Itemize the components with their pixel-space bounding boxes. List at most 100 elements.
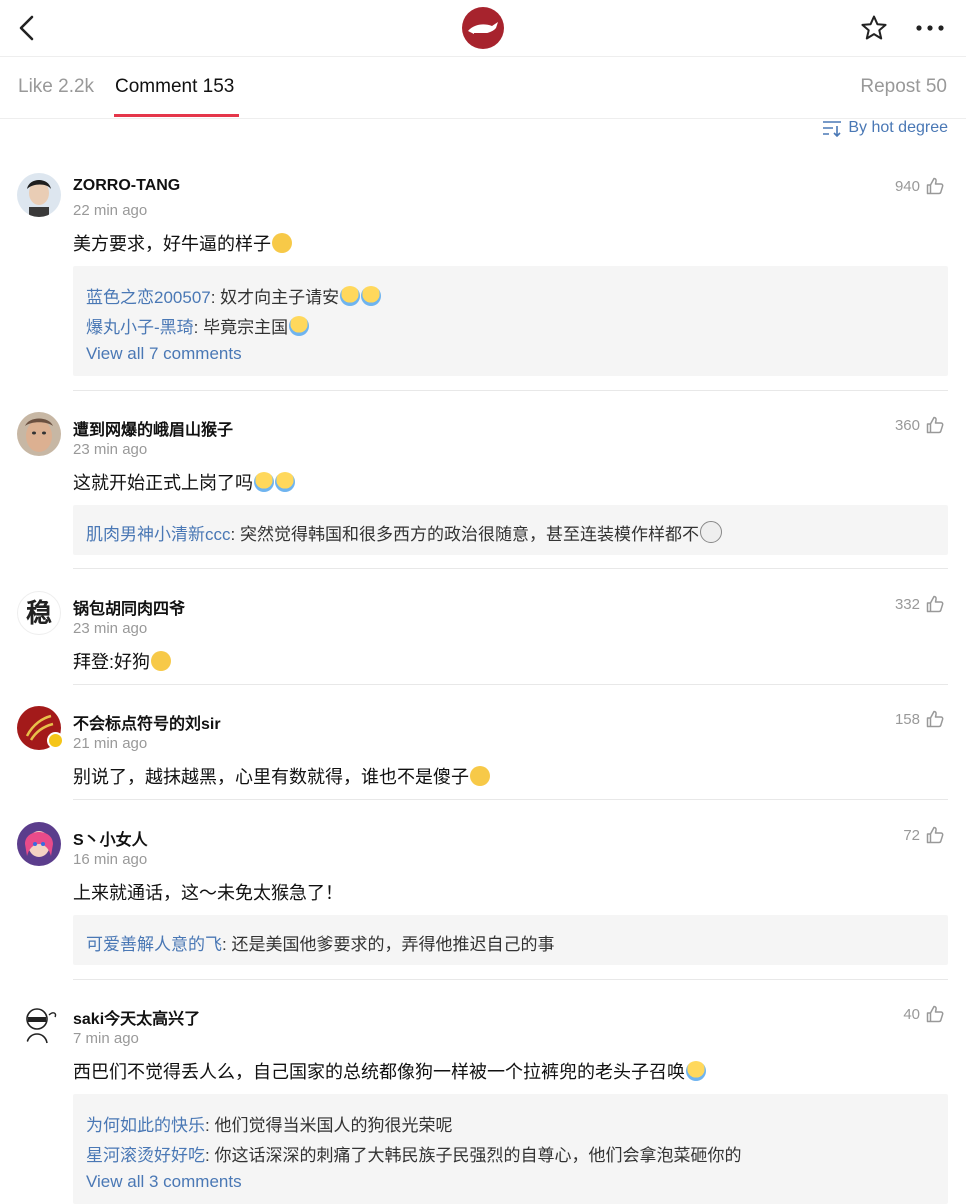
like-button[interactable]: 332 xyxy=(895,595,944,613)
reply-username[interactable]: 蓝色之恋200507 xyxy=(86,288,211,307)
reply-text: : 突然觉得韩国和很多西方的政治很随意，甚至连装模作样都不 xyxy=(230,525,699,544)
reply-text: : 奴才向主子请安 xyxy=(210,288,340,307)
more-icon xyxy=(916,25,944,31)
reply-box: 为何如此的快乐: 他们觉得当米国人的狗很光荣呢 星河滚烫好好吃: 你这话深深的刺… xyxy=(73,1094,948,1204)
comment-text: 西巴们不觉得丢人么，自己国家的总统都像狗一样被一个拉裤兜的老头子召唤 xyxy=(73,1058,706,1084)
like-count: 332 xyxy=(894,595,920,613)
like-count: 940 xyxy=(894,177,920,195)
like-button[interactable]: 158 xyxy=(895,710,944,728)
star-icon xyxy=(861,15,887,40)
reply-text: : 毕竟宗主国 xyxy=(193,318,289,337)
crying-emoji-icon xyxy=(275,472,295,492)
reply-text: : 你这话深深的刺痛了大韩民族子民强烈的自尊心，他们会拿泡菜砸你的 xyxy=(205,1146,742,1165)
reply-item: 肌肉男神小清新ccc: 突然觉得韩国和很多西方的政治很随意，甚至连装模作样都不 xyxy=(86,520,722,545)
avatar[interactable] xyxy=(17,1001,61,1045)
comment-text: 美方要求，好牛逼的样子 xyxy=(73,230,292,256)
like-button[interactable]: 40 xyxy=(903,1005,944,1023)
more-button[interactable] xyxy=(914,20,946,36)
reply-username[interactable]: 肌肉男神小清新ccc xyxy=(86,525,231,544)
back-button[interactable] xyxy=(14,14,40,42)
sort-icon xyxy=(823,121,842,137)
like-count: 360 xyxy=(894,416,920,434)
timestamp: 7 min ago xyxy=(73,1030,139,1047)
app-logo xyxy=(462,7,504,49)
laugh-cry-emoji-icon xyxy=(686,1061,706,1081)
top-bar xyxy=(0,0,966,57)
divider xyxy=(73,390,948,391)
thumb-up-icon xyxy=(926,1005,944,1023)
avatar-text: 稳 xyxy=(25,598,52,628)
comment-text: 这就开始正式上岗了吗 xyxy=(73,469,295,495)
username[interactable]: ZORRO-TANG xyxy=(73,177,180,195)
reply-username[interactable]: 为何如此的快乐 xyxy=(86,1116,205,1135)
reply-item: 蓝色之恋200507: 奴才向主子请安 xyxy=(86,283,382,308)
thumb-up-icon xyxy=(926,710,944,728)
thumb-up-icon xyxy=(926,595,944,613)
tab-comment[interactable]: Comment 153 xyxy=(115,76,234,98)
timestamp: 22 min ago xyxy=(73,202,148,219)
username[interactable]: 不会标点符号的刘sir xyxy=(73,710,221,734)
like-count: 40 xyxy=(903,1005,920,1023)
doge-emoji-icon xyxy=(151,651,172,671)
comment-text-content: 这就开始正式上岗了吗 xyxy=(73,473,253,493)
tab-bar: Like 2.2k Comment 153 Repost 50 xyxy=(0,56,966,119)
timestamp: 21 min ago xyxy=(73,735,148,752)
laugh-cry-emoji-icon xyxy=(361,286,382,306)
like-button[interactable]: 360 xyxy=(895,416,944,434)
divider xyxy=(73,568,948,569)
like-button[interactable]: 940 xyxy=(895,177,944,195)
sort-label: By hot degree xyxy=(848,119,948,136)
doge-emoji-icon xyxy=(470,766,490,786)
thumb-up-icon xyxy=(926,416,944,434)
divider xyxy=(73,799,948,800)
timestamp: 16 min ago xyxy=(73,851,148,868)
thumb-up-icon xyxy=(926,177,944,195)
shocked-emoji-icon xyxy=(699,521,722,543)
like-count: 72 xyxy=(903,826,920,844)
comment-text-content: 别说了，越抹越黑，心里有数就得，谁也不是傻子 xyxy=(73,767,469,787)
favorite-button[interactable] xyxy=(860,14,888,42)
comment-text-content: 拜登:好狗 xyxy=(73,652,151,672)
view-all-comments-link[interactable]: View all 3 comments xyxy=(86,1172,242,1192)
chevron-left-icon xyxy=(19,15,34,41)
reply-username[interactable]: 爆丸小子-黑琦 xyxy=(86,318,194,337)
tab-repost[interactable]: Repost 50 xyxy=(860,76,947,98)
reply-item: 为何如此的快乐: 他们觉得当米国人的狗很光荣呢 xyxy=(86,1111,452,1136)
avatar[interactable] xyxy=(17,173,61,217)
avatar[interactable] xyxy=(17,412,61,456)
rabbit-logo-icon xyxy=(468,22,498,35)
divider xyxy=(73,979,948,980)
reply-text: : 还是美国他爹要求的，弄得他推迟自己的事 xyxy=(222,935,555,954)
doge-emoji-icon xyxy=(272,233,292,253)
reply-box: 蓝色之恋200507: 奴才向主子请安 爆丸小子-黑琦: 毕竟宗主国 View … xyxy=(73,266,948,376)
reply-username[interactable]: 可爱善解人意的飞 xyxy=(86,935,222,954)
sort-button[interactable]: By hot degree xyxy=(822,119,948,137)
reply-item: 可爱善解人意的飞: 还是美国他爹要求的，弄得他推迟自己的事 xyxy=(86,930,554,955)
verified-badge-icon xyxy=(47,732,64,749)
username[interactable]: 锅包胡同肉四爷 xyxy=(73,595,185,619)
avatar[interactable]: 稳 xyxy=(17,591,61,635)
username[interactable]: 遭到网爆的峨眉山猴子 xyxy=(73,416,233,440)
username[interactable]: S丶小女人 xyxy=(73,826,148,850)
comment-text: 拜登:好狗 xyxy=(73,648,172,674)
reply-item: 星河滚烫好好吃: 你这话深深的刺痛了大韩民族子民强烈的自尊心，他们会拿泡菜砸你的 xyxy=(86,1141,741,1166)
laugh-cry-emoji-icon xyxy=(340,286,361,306)
tab-like[interactable]: Like 2.2k xyxy=(18,76,94,98)
comment-text: 别说了，越抹越黑，心里有数就得，谁也不是傻子 xyxy=(73,763,490,789)
thumb-up-icon xyxy=(926,826,944,844)
comment-text-content: 美方要求，好牛逼的样子 xyxy=(73,234,271,254)
active-tab-indicator xyxy=(114,114,239,117)
reply-box: 肌肉男神小清新ccc: 突然觉得韩国和很多西方的政治很随意，甚至连装模作样都不 xyxy=(73,505,948,555)
like-count: 158 xyxy=(894,710,920,728)
username[interactable]: saki今天太高兴了 xyxy=(73,1005,200,1029)
reply-text: : 他们觉得当米国人的狗很光荣呢 xyxy=(205,1116,453,1135)
comment-text: 上来就通话，这～未免太猴急了！ xyxy=(73,883,343,903)
reply-username[interactable]: 星河滚烫好好吃 xyxy=(86,1146,205,1165)
reply-item: 爆丸小子-黑琦: 毕竟宗主国 xyxy=(86,313,310,338)
avatar[interactable] xyxy=(17,822,61,866)
view-all-comments-link[interactable]: View all 7 comments xyxy=(86,344,242,364)
hug-emoji-icon xyxy=(289,316,310,336)
comment-text-content: 西巴们不觉得丢人么，自己国家的总统都像狗一样被一个拉裤兜的老头子召唤 xyxy=(73,1062,685,1082)
timestamp: 23 min ago xyxy=(73,620,148,637)
like-button[interactable]: 72 xyxy=(903,826,944,844)
